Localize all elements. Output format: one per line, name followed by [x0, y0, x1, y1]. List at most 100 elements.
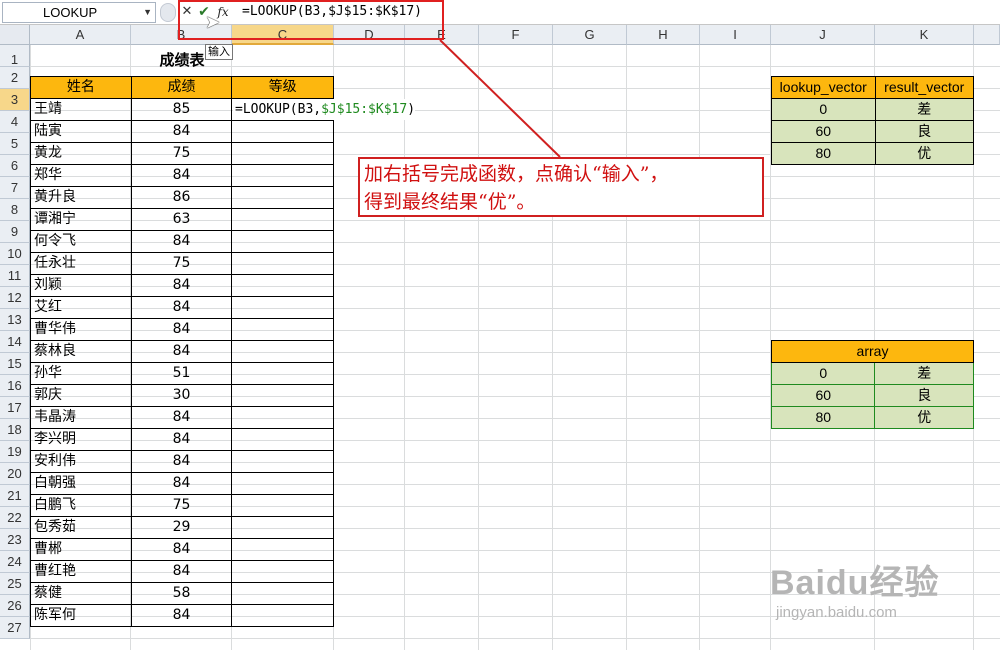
student-name-cell[interactable]: 陈军何: [30, 604, 132, 627]
student-score-cell[interactable]: 29: [130, 516, 233, 539]
student-grade-cell[interactable]: [231, 340, 334, 363]
student-grade-cell[interactable]: [231, 252, 334, 275]
result-cell[interactable]: 良: [874, 120, 975, 143]
column-header-f[interactable]: F: [479, 25, 553, 45]
student-grade-cell[interactable]: [231, 318, 334, 341]
student-score-cell[interactable]: 30: [130, 384, 233, 407]
student-score-cell[interactable]: 75: [130, 252, 233, 275]
row-header-25[interactable]: 25: [0, 573, 30, 595]
student-grade-cell[interactable]: [231, 362, 334, 385]
student-name-cell[interactable]: 曹华伟: [30, 318, 132, 341]
array-key-cell[interactable]: 0: [770, 362, 876, 385]
lookup-cell[interactable]: 60: [771, 120, 876, 143]
row-header-12[interactable]: 12: [0, 287, 30, 309]
student-name-cell[interactable]: 任永壮: [30, 252, 132, 275]
row-header-17[interactable]: 17: [0, 397, 30, 419]
student-name-cell[interactable]: 蔡林良: [30, 340, 132, 363]
student-grade-cell[interactable]: [231, 186, 334, 209]
column-header-h[interactable]: H: [627, 25, 700, 45]
student-score-cell[interactable]: 84: [130, 296, 233, 319]
student-grade-cell[interactable]: [231, 516, 334, 539]
column-header-k[interactable]: K: [875, 25, 974, 45]
row-header-9[interactable]: 9: [0, 221, 30, 243]
lookup-cell[interactable]: 0: [771, 98, 876, 121]
student-score-cell[interactable]: 58: [130, 582, 233, 605]
student-grade-cell[interactable]: [231, 142, 334, 165]
student-score-cell[interactable]: 51: [130, 362, 233, 385]
row-header-7[interactable]: 7: [0, 177, 30, 199]
row-header-13[interactable]: 13: [0, 309, 30, 331]
array-key-cell[interactable]: 60: [770, 384, 876, 407]
student-grade-cell[interactable]: [231, 384, 334, 407]
column-header-g[interactable]: G: [553, 25, 627, 45]
row-header-15[interactable]: 15: [0, 353, 30, 375]
row-header-18[interactable]: 18: [0, 419, 30, 441]
row-header-8[interactable]: 8: [0, 199, 30, 221]
array-value-cell[interactable]: 良: [874, 384, 974, 407]
student-name-cell[interactable]: 蔡健: [30, 582, 132, 605]
student-name-cell[interactable]: 刘颖: [30, 274, 132, 297]
column-header-a[interactable]: A: [30, 25, 131, 45]
student-score-cell[interactable]: 84: [130, 538, 233, 561]
formula-bar-grip-icon[interactable]: [160, 3, 176, 22]
row-header-6[interactable]: 6: [0, 155, 30, 177]
column-header-j[interactable]: J: [771, 25, 875, 45]
result-cell[interactable]: 差: [874, 98, 975, 121]
student-name-cell[interactable]: 艾红: [30, 296, 132, 319]
row-header-16[interactable]: 16: [0, 375, 30, 397]
row-header-4[interactable]: 4: [0, 111, 30, 133]
student-name-cell[interactable]: 白鹏飞: [30, 494, 132, 517]
name-box[interactable]: LOOKUP ▼: [2, 2, 156, 23]
select-all-corner[interactable]: [0, 25, 30, 45]
student-score-cell[interactable]: 84: [130, 120, 233, 143]
student-score-cell[interactable]: 75: [130, 494, 233, 517]
student-score-cell[interactable]: 84: [130, 604, 233, 627]
header-score[interactable]: 成绩: [130, 76, 233, 99]
student-grade-cell[interactable]: [231, 406, 334, 429]
header-name[interactable]: 姓名: [30, 76, 132, 99]
student-grade-cell[interactable]: [231, 120, 334, 143]
student-name-cell[interactable]: 郭庆: [30, 384, 132, 407]
student-score-cell[interactable]: 84: [130, 274, 233, 297]
student-name-cell[interactable]: 韦晶涛: [30, 406, 132, 429]
column-header-i[interactable]: I: [700, 25, 771, 45]
student-name-cell[interactable]: 曹红艳: [30, 560, 132, 583]
row-header-19[interactable]: 19: [0, 441, 30, 463]
student-name-cell[interactable]: 陆寅: [30, 120, 132, 143]
result-cell[interactable]: 优: [874, 142, 975, 165]
row-header-3[interactable]: 3: [0, 89, 30, 111]
student-grade-cell[interactable]: [231, 604, 334, 627]
row-header-1[interactable]: 1: [0, 45, 30, 67]
student-grade-cell[interactable]: [231, 450, 334, 473]
student-grade-cell[interactable]: [231, 164, 334, 187]
student-name-cell[interactable]: 孙华: [30, 362, 132, 385]
student-name-cell[interactable]: 何令飞: [30, 230, 132, 253]
editing-cell-c3[interactable]: =LOOKUP(B3,$J$15:$K$17): [233, 99, 416, 120]
student-score-cell[interactable]: 75: [130, 142, 233, 165]
row-header-10[interactable]: 10: [0, 243, 30, 265]
student-grade-cell[interactable]: [231, 582, 334, 605]
row-header-21[interactable]: 21: [0, 485, 30, 507]
row-header-22[interactable]: 22: [0, 507, 30, 529]
header-grade[interactable]: 等级: [231, 76, 334, 99]
row-header-14[interactable]: 14: [0, 331, 30, 353]
student-score-cell[interactable]: 84: [130, 164, 233, 187]
student-score-cell[interactable]: 84: [130, 560, 233, 583]
student-grade-cell[interactable]: [231, 428, 334, 451]
student-grade-cell[interactable]: [231, 494, 334, 517]
header-result-vector[interactable]: result_vector: [874, 76, 975, 99]
student-score-cell[interactable]: 84: [130, 472, 233, 495]
student-grade-cell[interactable]: [231, 538, 334, 561]
student-score-cell[interactable]: 84: [130, 428, 233, 451]
row-header-2[interactable]: 2: [0, 67, 30, 89]
array-value-cell[interactable]: 优: [874, 406, 974, 429]
student-score-cell[interactable]: 84: [130, 318, 233, 341]
student-score-cell[interactable]: 85: [130, 98, 233, 121]
array-value-cell[interactable]: 差: [874, 362, 974, 385]
student-grade-cell[interactable]: [231, 472, 334, 495]
student-score-cell[interactable]: 84: [130, 340, 233, 363]
row-header-5[interactable]: 5: [0, 133, 30, 155]
student-name-cell[interactable]: 黄龙: [30, 142, 132, 165]
row-header-27[interactable]: 27: [0, 617, 30, 639]
student-name-cell[interactable]: 黄升良: [30, 186, 132, 209]
